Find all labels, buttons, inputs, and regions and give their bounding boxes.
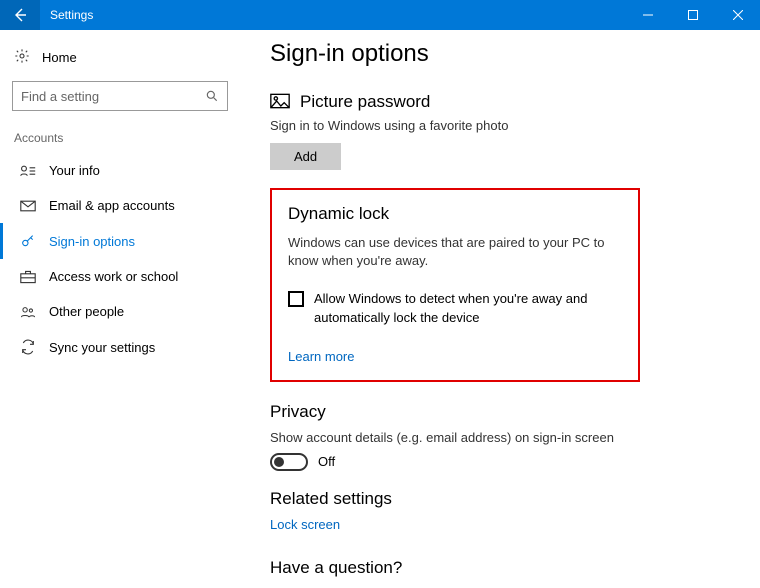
sidebar-item-label: Sign-in options bbox=[49, 234, 135, 249]
sidebar-item-label: Your info bbox=[49, 163, 100, 178]
lock-screen-link[interactable]: Lock screen bbox=[270, 517, 730, 532]
dynamic-lock-checkbox-label: Allow Windows to detect when you're away… bbox=[314, 290, 622, 326]
sidebar-item-signin[interactable]: Sign-in options bbox=[0, 223, 240, 259]
people-icon bbox=[17, 305, 39, 319]
sidebar-item-label: Access work or school bbox=[49, 269, 178, 284]
sidebar-item-work[interactable]: Access work or school bbox=[0, 259, 240, 294]
close-icon bbox=[733, 10, 743, 20]
privacy-toggle-state: Off bbox=[318, 454, 335, 469]
briefcase-icon bbox=[17, 270, 39, 284]
add-button[interactable]: Add bbox=[270, 143, 341, 170]
picture-icon bbox=[270, 93, 290, 112]
privacy-toggle[interactable] bbox=[270, 453, 308, 471]
maximize-button[interactable] bbox=[670, 0, 715, 30]
dynamic-lock-heading: Dynamic lock bbox=[288, 204, 622, 224]
close-button[interactable] bbox=[715, 0, 760, 30]
search-placeholder: Find a setting bbox=[21, 89, 205, 104]
learn-more-link[interactable]: Learn more bbox=[288, 349, 622, 364]
sync-icon bbox=[17, 339, 39, 355]
privacy-heading: Privacy bbox=[270, 402, 730, 422]
privacy-desc: Show account details (e.g. email address… bbox=[270, 430, 730, 445]
home-label: Home bbox=[42, 50, 77, 65]
sidebar-item-email[interactable]: Email & app accounts bbox=[0, 188, 240, 223]
key-icon bbox=[17, 233, 39, 249]
sidebar-item-sync[interactable]: Sync your settings bbox=[0, 329, 240, 365]
titlebar: Settings bbox=[0, 0, 760, 30]
dynamic-lock-highlight: Dynamic lock Windows can use devices tha… bbox=[270, 188, 640, 382]
sidebar-item-label: Sync your settings bbox=[49, 340, 155, 355]
sidebar-item-label: Email & app accounts bbox=[49, 198, 175, 213]
picture-password-desc: Sign in to Windows using a favorite phot… bbox=[270, 118, 730, 133]
maximize-icon bbox=[688, 10, 698, 20]
window-title: Settings bbox=[50, 8, 93, 22]
sidebar-item-label: Other people bbox=[49, 304, 124, 319]
search-input[interactable]: Find a setting bbox=[12, 81, 228, 111]
sidebar-item-your-info[interactable]: Your info bbox=[0, 153, 240, 188]
dynamic-lock-desc: Windows can use devices that are paired … bbox=[288, 234, 622, 270]
minimize-button[interactable] bbox=[625, 0, 670, 30]
window-controls bbox=[625, 0, 760, 30]
category-label: Accounts bbox=[0, 125, 240, 153]
sidebar-item-people[interactable]: Other people bbox=[0, 294, 240, 329]
sidebar: Home Find a setting Accounts Your info E… bbox=[0, 30, 240, 588]
content-pane: Sign-in options Picture password Sign in… bbox=[240, 30, 760, 588]
home-button[interactable]: Home bbox=[0, 42, 240, 81]
person-card-icon bbox=[17, 164, 39, 178]
mail-icon bbox=[17, 200, 39, 212]
back-button[interactable] bbox=[0, 0, 40, 30]
related-heading: Related settings bbox=[270, 489, 730, 509]
question-heading: Have a question? bbox=[270, 558, 730, 578]
picture-password-heading: Picture password bbox=[300, 92, 430, 112]
gear-icon bbox=[14, 48, 30, 67]
arrow-left-icon bbox=[12, 7, 28, 23]
dynamic-lock-checkbox[interactable] bbox=[288, 291, 304, 307]
minimize-icon bbox=[643, 10, 653, 20]
page-title: Sign-in options bbox=[270, 40, 730, 68]
search-icon bbox=[205, 89, 219, 103]
